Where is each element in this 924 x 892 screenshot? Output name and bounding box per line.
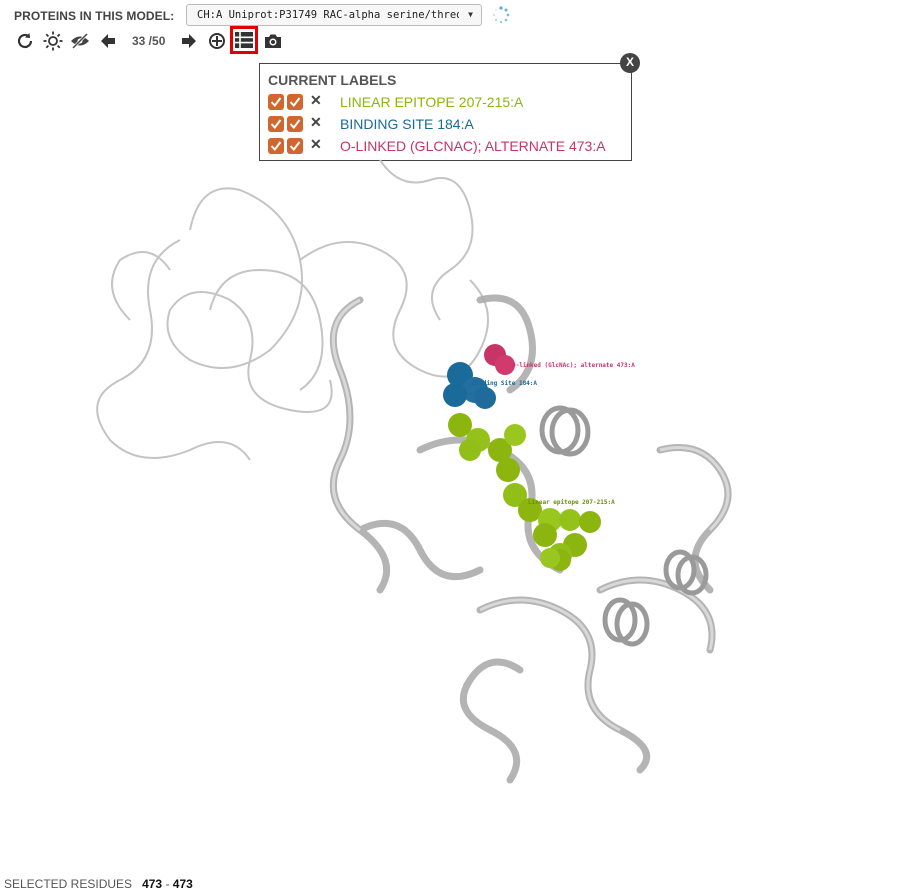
close-labels-button[interactable]: X (620, 53, 640, 73)
label-text-checkbox[interactable] (287, 94, 303, 110)
center-icon[interactable] (206, 30, 228, 52)
model-select[interactable]: CH:A Uniprot:P31749 RAC-alpha serine/thr… (186, 4, 482, 26)
label-text: LINEAR EPITOPE 207-215:A (340, 94, 524, 110)
prev-arrow-icon[interactable] (97, 30, 119, 52)
camera-icon[interactable] (262, 30, 284, 52)
selected-residues-label: SELECTED RESIDUES (4, 877, 133, 891)
selected-separator: - (165, 877, 170, 891)
proteins-label: PROTEINS IN THIS MODEL: (14, 9, 175, 23)
labels-panel-title: CURRENT LABELS (268, 72, 397, 88)
label-text-checkbox[interactable] (287, 116, 303, 132)
label-text: BINDING SITE 184:A (340, 116, 474, 132)
hide-icon[interactable] (69, 30, 91, 52)
olinked-spheres (484, 344, 515, 375)
selected-start: 473 (142, 877, 163, 891)
ribbon-structure (329, 294, 732, 784)
protein-structure-viewer[interactable]: O-linked (GlcNAc); alternate 473:A Bindi… (60, 150, 780, 790)
reset-icon[interactable] (14, 30, 36, 52)
brightness-icon[interactable] (42, 30, 64, 52)
remove-label-icon[interactable]: ✕ (310, 92, 322, 109)
coil-trace (96, 159, 489, 461)
model-counter: 33 /50 (132, 34, 166, 48)
epitope-3d-label: Linear epitope 207-215:A (528, 499, 615, 506)
chevron-down-icon: ▼ (468, 10, 473, 19)
selected-end: 473 (172, 877, 193, 891)
olinked-3d-label: O-linked (GlcNAc); alternate 473:A (512, 362, 635, 369)
label-visible-checkbox[interactable] (268, 116, 284, 132)
model-select-value: CH:A Uniprot:P31749 RAC-alpha serine/thr… (197, 9, 459, 21)
loading-spinner-icon (493, 6, 510, 24)
current-labels-panel: CURRENT LABELS ✕ LINEAR EPITOPE 207-215:… (259, 63, 632, 161)
binding-3d-label: Binding Site 184:A (472, 380, 537, 387)
labels-table-icon (235, 32, 253, 48)
selected-residues: SELECTED RESIDUES 473 - 473 (4, 877, 193, 891)
next-arrow-icon[interactable] (178, 30, 200, 52)
remove-label-icon[interactable]: ✕ (310, 114, 322, 131)
label-visible-checkbox[interactable] (268, 94, 284, 110)
labels-table-button[interactable] (230, 26, 258, 54)
